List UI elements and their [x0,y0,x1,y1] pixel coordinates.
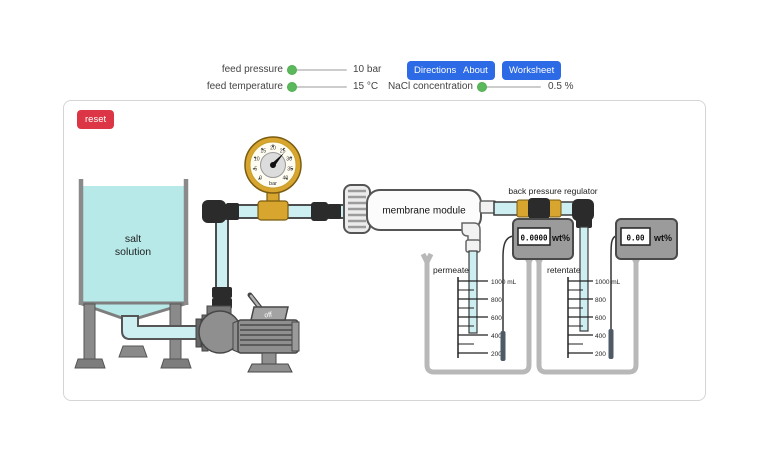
pipe-fitting [576,215,592,228]
svg-text:600: 600 [595,315,606,322]
permeate-meter: 0.0000 wt% [513,219,573,259]
pump-pedestal [262,353,276,364]
nacl-concentration-value: 0.5 % [548,81,574,93]
pipe-fitting [212,287,232,298]
retentate-label: retentate [547,265,581,275]
back-pressure-regulator [517,198,561,219]
pipe-fitting [226,203,239,220]
feed-temperature-slider[interactable] [287,81,349,93]
tank-foot [161,359,191,368]
svg-text:20: 20 [270,146,276,152]
feed-pressure-value: 10 bar [353,64,381,76]
svg-text:600: 600 [491,315,502,322]
svg-text:25: 25 [280,148,286,154]
svg-text:35: 35 [287,166,293,172]
slider-knob[interactable] [287,65,297,75]
membrane-module-label: membrane module [382,206,466,217]
retentate-meter-unit: wt% [653,233,672,243]
svg-text:40: 40 [283,175,289,181]
feed-pressure-label: feed pressure [175,64,283,76]
svg-text:30: 30 [286,156,292,162]
simulation-canvas: reset salt solution [63,100,706,401]
tank-label-line2: solution [115,246,151,258]
permeate-outlet-connector [466,240,480,252]
retentate-meter-value: 0.00 [626,234,645,243]
permeate-outlet-elbow [462,223,480,242]
tank-foot [75,359,105,368]
retentate-probe [609,329,614,359]
pipe-fitting [311,202,328,221]
tank-liquid [83,186,184,304]
slider-knob[interactable] [287,82,297,92]
svg-text:800: 800 [595,297,606,304]
svg-text:5: 5 [254,166,257,172]
svg-text:15: 15 [260,148,266,154]
feed-pipe [122,316,200,339]
permeate-meter-value: 0.0000 [520,234,548,243]
back-pressure-regulator-label: back pressure regulator [508,186,597,196]
pump-base [248,364,292,372]
pipe-support-foot [119,346,147,357]
tank-label-line1: salt [125,233,141,245]
slider-knob[interactable] [477,82,487,92]
svg-text:800: 800 [491,297,502,304]
retentate-meter: 0.00 wt% [616,219,677,259]
pump: off [196,219,299,372]
module-cap-ridges [348,191,366,227]
permeate-tube [469,251,477,333]
pressure-gauge: 0 5 10 15 20 25 30 35 40 bar [245,137,301,193]
permeate-label: permeate [433,265,469,275]
nacl-concentration-label: NaCl concentration [365,81,473,93]
switch-label: off [264,311,273,319]
tank-leg [84,304,95,359]
membrane-module: membrane module [344,185,496,252]
motor-end-cap [292,322,299,351]
regulator-body [528,198,550,219]
worksheet-button[interactable]: Worksheet [502,61,561,80]
svg-text:1000 mL: 1000 mL [595,279,621,286]
about-button[interactable]: About [456,61,495,80]
gauge-unit-label: bar [269,181,277,187]
svg-text:0: 0 [259,175,262,181]
retentate-scale-labels: 1000 mL 800 600 400 200 [595,279,621,358]
brass-tee-fitting [258,201,288,220]
directions-button[interactable]: Directions [407,61,463,80]
svg-text:1000 mL: 1000 mL [491,279,517,286]
svg-text:10: 10 [254,156,260,162]
retentate-tube [580,227,588,331]
svg-text:200: 200 [595,351,606,358]
apparatus-diagram: salt solution [64,101,707,401]
feed-temperature-label: feed temperature [175,81,283,93]
pump-power-switch[interactable]: off [250,295,288,320]
svg-text:400: 400 [595,333,606,340]
permeate-meter-unit: wt% [551,233,570,243]
pipe-fitting [328,204,341,219]
nacl-concentration-slider[interactable] [477,81,543,93]
feed-pressure-slider[interactable] [287,64,349,76]
permeate-probe [501,331,506,361]
pipe-elbow [202,200,226,223]
